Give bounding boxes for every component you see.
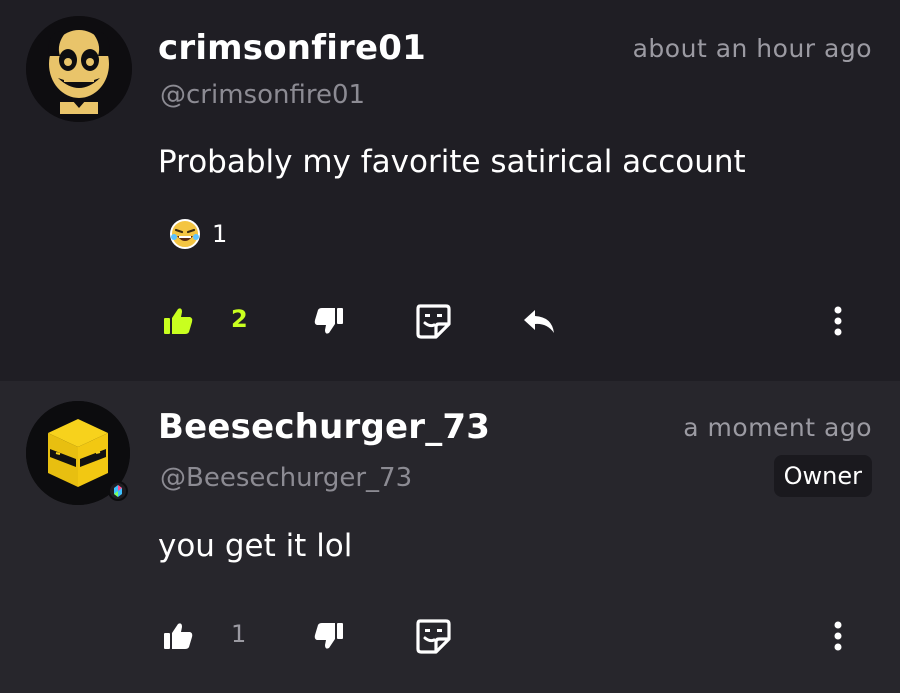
timestamp: a moment ago: [683, 413, 872, 442]
sticker-icon: [416, 619, 451, 654]
like-button[interactable]: [162, 296, 194, 346]
user-handle[interactable]: @Beesechurger_73: [160, 463, 412, 493]
more-vertical-icon: [834, 621, 842, 651]
thumbs-up-icon: [164, 623, 193, 649]
reply-button[interactable]: [521, 296, 557, 346]
sticker-button[interactable]: [414, 296, 452, 346]
user-handle[interactable]: @crimsonfire01: [160, 80, 365, 110]
comment-item: Beesechurger_73 @Beesechurger_73 a momen…: [0, 381, 900, 693]
like-button[interactable]: [162, 611, 194, 661]
avatar[interactable]: [26, 16, 132, 122]
like-count: 2: [231, 305, 248, 333]
thumbs-down-icon: [314, 623, 343, 649]
username[interactable]: Beesechurger_73: [158, 407, 490, 447]
comment-actions: 1: [0, 611, 900, 661]
owner-badge: Owner: [773, 455, 872, 497]
comment-actions: 2: [0, 296, 900, 346]
thumbs-down-icon: [314, 308, 343, 334]
comment-text: you get it lol: [158, 528, 353, 564]
timestamp: about an hour ago: [632, 34, 872, 63]
more-options-button[interactable]: [826, 296, 850, 346]
reply-arrow-icon: [524, 310, 554, 333]
more-options-button[interactable]: [826, 611, 850, 661]
thumbs-up-icon: [164, 308, 193, 334]
sticker-icon: [416, 304, 451, 339]
laughing-emoji-icon: [170, 219, 200, 249]
comment-text: Probably my favorite satirical account: [158, 144, 746, 180]
dislike-button[interactable]: [313, 611, 345, 661]
more-vertical-icon: [834, 306, 842, 336]
like-count: 1: [231, 620, 247, 648]
cartoon-face-avatar-icon: [26, 16, 132, 122]
comment-item: crimsonfire01 @crimsonfire01 about an ho…: [0, 0, 900, 381]
sticker-button[interactable]: [414, 611, 452, 661]
username[interactable]: crimsonfire01: [158, 28, 426, 68]
yellow-cube-avatar-icon: [26, 401, 130, 505]
dislike-button[interactable]: [313, 296, 345, 346]
avatar[interactable]: [26, 401, 130, 505]
reaction-chip[interactable]: 1: [168, 214, 227, 254]
reaction-count: 1: [212, 220, 228, 248]
